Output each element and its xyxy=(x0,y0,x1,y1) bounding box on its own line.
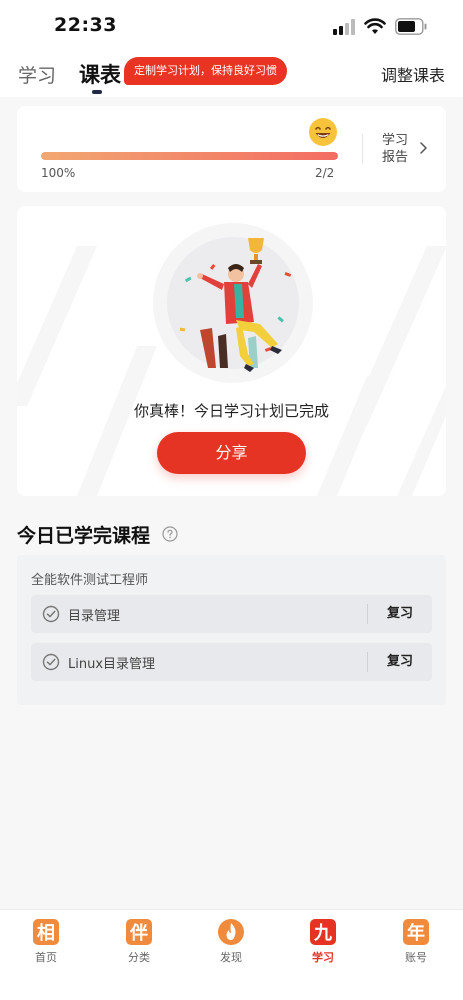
home-badge-icon: 相 xyxy=(33,919,59,945)
study-report-button[interactable]: 学习报告 xyxy=(382,132,432,168)
category-badge-icon: 伴 xyxy=(126,919,152,945)
smile-emoji-icon xyxy=(309,118,337,146)
flame-icon xyxy=(218,919,244,945)
progress-count: 2/2 xyxy=(315,166,335,180)
nav-glyph: 年 xyxy=(407,922,425,944)
progress-bar-fill xyxy=(41,152,338,160)
nav-item-category[interactable]: 伴 分类 xyxy=(109,918,169,974)
today-completed-title: 今日已学完课程 xyxy=(17,525,151,547)
top-tab-bar: 学习 课表 定制学习计划，保持良好习惯 调整课表 xyxy=(0,52,463,97)
lesson-title[interactable]: 目录管理 xyxy=(68,605,120,624)
review-button[interactable]: 复习 xyxy=(368,643,432,681)
nav-label-category: 分类 xyxy=(128,951,150,964)
tab-schedule[interactable]: 课表 xyxy=(79,59,121,89)
app-screen: 22:33 学习 课表 定制学习计划，保持良好习惯 调整课表 100% 2/2 … xyxy=(0,0,463,1000)
status-bar: 22:33 xyxy=(0,0,463,52)
progress-card: 100% 2/2 学习报告 xyxy=(17,106,446,192)
nav-label-study: 学习 xyxy=(312,951,334,964)
battery-icon xyxy=(395,18,427,35)
cellular-signal-icon xyxy=(333,19,355,35)
completion-card: 你真棒！今日学习计划已完成 分享 xyxy=(17,206,446,496)
lesson-title[interactable]: Linux目录管理 xyxy=(68,653,155,672)
lesson-row: Linux目录管理 复习 xyxy=(31,643,432,681)
lesson-row: 目录管理 复习 xyxy=(31,595,432,633)
completion-message: 你真棒！今日学习计划已完成 xyxy=(133,402,329,420)
check-circle-icon xyxy=(42,605,60,623)
study-badge-icon: 九 xyxy=(310,919,336,945)
nav-label-account: 账号 xyxy=(405,951,427,964)
chevron-right-icon xyxy=(420,142,427,154)
celebration-illustration xyxy=(153,223,313,383)
nav-glyph: 伴 xyxy=(129,922,148,944)
status-time: 22:33 xyxy=(54,14,117,36)
nav-glyph: 相 xyxy=(37,923,55,944)
course-name: 全能软件测试工程师 xyxy=(31,573,149,588)
nav-label-discover: 发现 xyxy=(220,951,242,964)
plan-tip-bubble[interactable]: 定制学习计划，保持良好习惯 xyxy=(124,57,287,85)
nav-item-home[interactable]: 相 首页 xyxy=(16,918,76,974)
nav-item-study[interactable]: 九 学习 xyxy=(293,918,353,974)
divider xyxy=(362,134,363,164)
review-button[interactable]: 复习 xyxy=(368,595,432,633)
tab-study[interactable]: 学习 xyxy=(18,61,56,88)
wifi-icon xyxy=(364,18,386,34)
progress-percent: 100% xyxy=(41,166,76,180)
nav-item-account[interactable]: 年 账号 xyxy=(386,918,446,974)
help-icon[interactable] xyxy=(162,526,178,542)
active-tab-indicator xyxy=(92,90,102,94)
share-button[interactable]: 分享 xyxy=(157,432,306,474)
nav-glyph: 九 xyxy=(313,923,332,944)
progress-bar xyxy=(41,152,338,160)
adjust-schedule-button[interactable]: 调整课表 xyxy=(381,62,445,86)
completed-course-panel: 全能软件测试工程师 目录管理 复习 Linux目录管理 复习 xyxy=(17,555,446,705)
nav-label-home: 首页 xyxy=(35,951,57,964)
nav-item-discover[interactable]: 发现 xyxy=(201,918,261,974)
study-report-label: 学习报告 xyxy=(382,133,409,165)
bottom-tab-bar: 相 首页 伴 分类 发现 九 学习 年 账号 xyxy=(0,909,463,1000)
account-badge-icon: 年 xyxy=(403,919,429,945)
check-circle-icon xyxy=(42,653,60,671)
